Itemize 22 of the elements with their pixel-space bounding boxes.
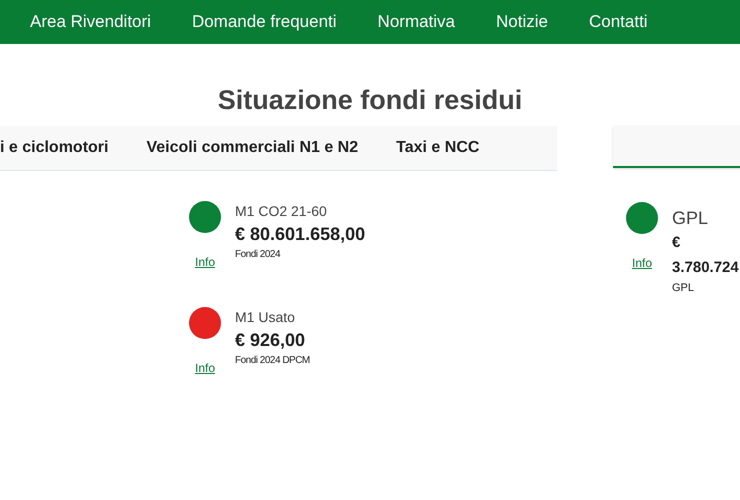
category-tab[interactable]: i e ciclomotori: [0, 136, 108, 160]
nav-link[interactable]: Domande frequenti: [192, 9, 337, 35]
info-link[interactable]: Info: [194, 359, 215, 377]
nav-link[interactable]: Area Rivenditori: [30, 9, 151, 35]
info-link[interactable]: Info: [194, 253, 215, 271]
fund-amount: €: [672, 233, 682, 253]
nav-link[interactable]: Normativa: [378, 9, 456, 35]
nav-link[interactable]: Notizie: [496, 9, 548, 35]
fund-amount: € 80.601.658,00: [235, 223, 366, 246]
category-tab[interactable]: Veicoli commerciali N1 e N2: [146, 136, 358, 160]
page-title: Situazione fondi residui: [216, 84, 524, 117]
fund-name: M1 Usato: [235, 308, 296, 327]
fund-amount: € 926,00: [235, 329, 306, 352]
fund-note: GPL: [672, 281, 696, 296]
fund-note: Fondi 2024 DPCM: [235, 354, 310, 368]
fund-note: Fondi 2024: [235, 248, 282, 262]
fund-amount: 3.780.724: [672, 258, 739, 278]
nav-link[interactable]: Contatti: [588, 9, 648, 35]
info-link[interactable]: Info: [632, 254, 652, 272]
category-tab[interactable]: Taxi e NCC: [396, 136, 480, 160]
fund-name: M1 CO2 21-60: [235, 202, 328, 221]
fund-name: GPL: [672, 207, 710, 230]
